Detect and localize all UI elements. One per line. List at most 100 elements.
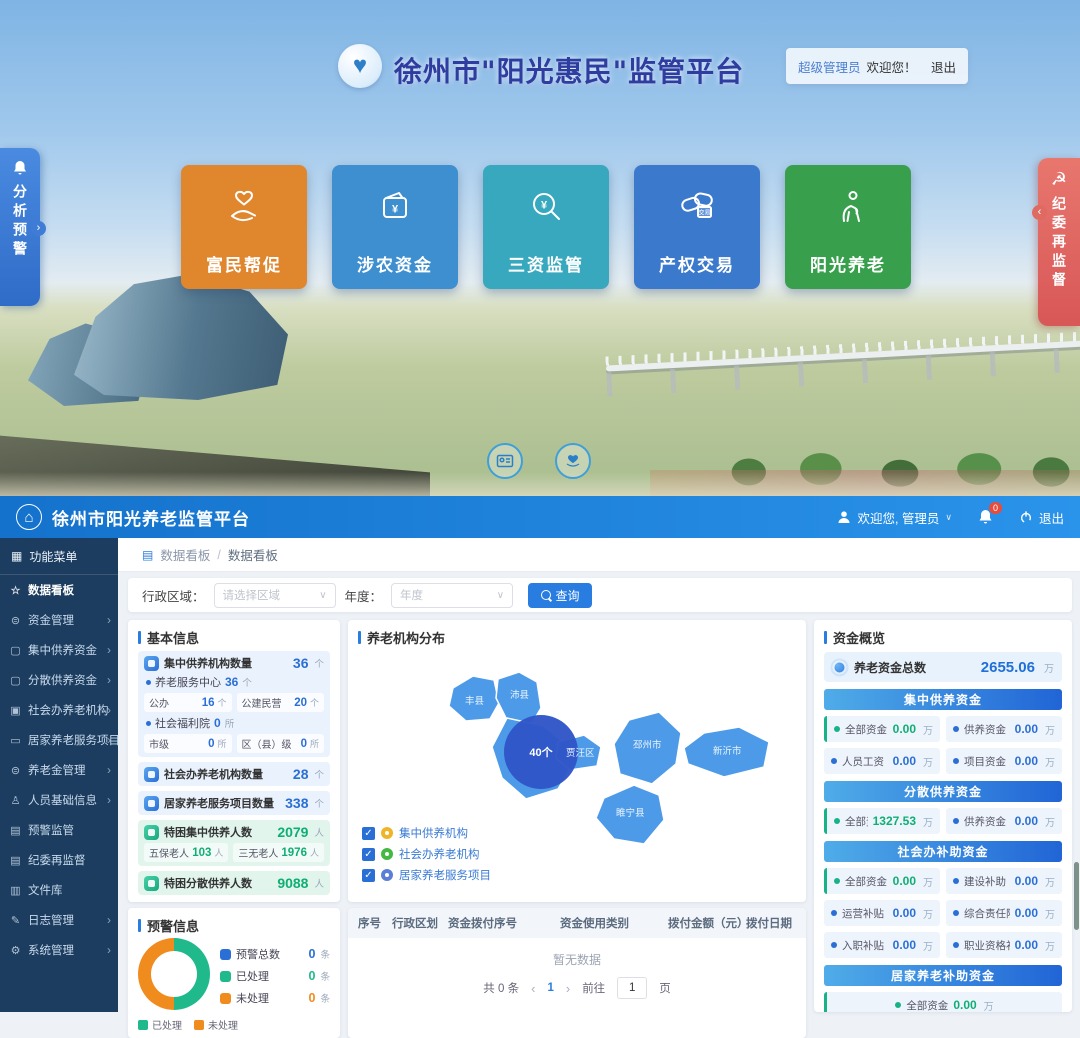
tile-chanquan-jiaoyi[interactable]: 交易 产权交易 xyxy=(634,165,760,289)
fund-cell: 入职补贴 0.00 万 xyxy=(824,932,940,958)
doc-icon: ▤ xyxy=(142,548,153,562)
coin-icon: ⊜ xyxy=(9,614,22,627)
sidebar-item-decentralized-funds[interactable]: ▢ 分散供养资金 › xyxy=(0,665,118,695)
sidebar-item-funds-mgmt[interactable]: ⊜ 资金管理 › xyxy=(0,605,118,635)
hero-logout-button[interactable]: 退出 xyxy=(931,57,956,76)
dot-icon xyxy=(953,878,959,884)
legend-swatch xyxy=(194,1020,204,1030)
chevron-right-icon: › xyxy=(107,763,111,777)
hero-banner: ♥ 徐州市"阳光惠民"监管平台 超级管理员 欢迎您！ 退出 分析预警 › ☭ 纪… xyxy=(0,0,1080,496)
sidebar-item-private-institutions[interactable]: ▣ 社会办养老机构 › xyxy=(0,695,118,725)
page-number[interactable]: 1 xyxy=(547,982,553,994)
pin-icon xyxy=(381,869,393,881)
empty-state: 暂无数据 xyxy=(348,938,806,977)
sidebar-item-home-care-projects[interactable]: ▭ 居家养老服务项目 › xyxy=(0,725,118,755)
svg-text:贾汪区: 贾汪区 xyxy=(566,747,595,759)
fund-cell: 项目资金 0.00 万 xyxy=(946,748,1062,774)
dot-icon xyxy=(831,942,837,948)
dot-icon xyxy=(834,818,840,824)
magnifier-yuan-icon: ¥ xyxy=(524,185,568,229)
sidebar-item-warning-supervision[interactable]: ▤ 预警监管 xyxy=(0,815,118,845)
tile-fumin-bangcu[interactable]: 富民帮促 xyxy=(181,165,307,289)
care-heart-button[interactable] xyxy=(555,443,591,479)
sidebar-item-pension-mgmt[interactable]: ⊜ 养老金管理 › xyxy=(0,755,118,785)
warning-donut-chart xyxy=(138,938,210,1010)
grid-icon: ▦ xyxy=(11,549,22,563)
analysis-warning-label: 分析预警 xyxy=(10,184,30,260)
breadcrumb-separator: / xyxy=(217,548,220,562)
year-filter-label: 年度： xyxy=(345,586,383,605)
party-emblem-icon: ☭ xyxy=(1051,170,1067,188)
year-select[interactable]: 年度 ∨ xyxy=(391,583,513,608)
screen-icon: ▤ xyxy=(9,854,22,867)
monitor-icon: ▭ xyxy=(9,734,22,747)
tile-sanzi-jianguan[interactable]: ¥ 三资监管 xyxy=(483,165,609,289)
fund-cell-total: 全部资金 0.00 万 xyxy=(824,992,1062,1012)
logout-button[interactable]: 退出 xyxy=(1019,508,1064,527)
next-page-button[interactable]: › xyxy=(566,981,570,996)
sidebar-item-file-library[interactable]: ▥ 文件库 xyxy=(0,875,118,905)
stat-cell: 三无老人 1976 人 xyxy=(233,843,324,862)
tile-shenong-zijin[interactable]: ¥ 涉农资金 xyxy=(332,165,458,289)
sidebar-item-discipline-supervision[interactable]: ▤ 纪委再监督 xyxy=(0,845,118,875)
svg-text:交易: 交易 xyxy=(698,209,710,217)
discipline-supervision-tab[interactable]: ☭ 纪委再监督 ‹ xyxy=(1038,158,1080,326)
map-legend: ✓ 集中供养机构 ✓ 社会办养老机构 ✓ 居家养老服务项目 xyxy=(362,820,491,883)
fund-cell: 人员工资 0.00 万 xyxy=(824,748,940,774)
scrollbar-thumb[interactable] xyxy=(1074,862,1079,930)
svg-text:新沂市: 新沂市 xyxy=(713,745,742,757)
dot-icon xyxy=(953,758,959,764)
chevron-right-icon: › xyxy=(31,221,46,236)
chevron-down-icon: ∨ xyxy=(319,590,326,601)
sidebar-item-centralized-funds[interactable]: ▢ 集中供养资金 › xyxy=(0,635,118,665)
chevron-right-icon: › xyxy=(107,613,111,627)
legend-centralized[interactable]: ✓ 集中供养机构 xyxy=(362,825,491,841)
region-filter-label: 行政区域： xyxy=(142,586,205,605)
title-bar-icon xyxy=(138,631,141,644)
search-button[interactable]: 查询 xyxy=(528,583,592,608)
breadcrumb-root[interactable]: 数据看板 xyxy=(160,545,210,564)
analysis-warning-tab[interactable]: 分析预警 › xyxy=(0,148,40,306)
region-select[interactable]: 请选择区域 ∨ xyxy=(214,583,336,608)
warning-title: 预警信息 xyxy=(147,916,199,935)
dot-icon xyxy=(831,910,837,916)
notifications-button[interactable]: 0 xyxy=(978,509,993,525)
chevron-right-icon: › xyxy=(107,643,111,657)
warning-total-row: 预警总数 0 条 xyxy=(220,946,330,962)
checkbox-checked-icon[interactable]: ✓ xyxy=(362,848,375,861)
alert-icon xyxy=(220,971,231,982)
legend-home-care[interactable]: ✓ 居家养老服务项目 xyxy=(362,867,491,883)
welcome-text: 欢迎您！ xyxy=(867,57,917,76)
person-icon: ♙ xyxy=(9,794,22,807)
checkbox-checked-icon[interactable]: ✓ xyxy=(362,869,375,882)
building-silhouette xyxy=(28,268,358,438)
person-icon xyxy=(144,825,159,840)
warning-info-panel: 预警信息 预警总数 0 条 已处理 0 条 未处理 0 条 已处理 未处理 xyxy=(128,908,340,1038)
pagination: 共 0 条 ‹ 1 › 前往 1 页 xyxy=(348,977,806,999)
platform-logo-icon: ♥ xyxy=(338,44,382,88)
person-icon xyxy=(144,876,159,891)
stat-cell: 公办 16 个 xyxy=(144,693,232,712)
chevron-right-icon: › xyxy=(107,793,111,807)
year-placeholder: 年度 xyxy=(400,587,423,603)
goto-page-input[interactable]: 1 xyxy=(617,977,647,999)
sidebar-item-system-mgmt[interactable]: ⚙ 系统管理 › xyxy=(0,935,118,965)
bullet-icon xyxy=(146,721,151,726)
sidebar-item-log-mgmt[interactable]: ✎ 日志管理 › xyxy=(0,905,118,935)
hero-title: 徐州市"阳光惠民"监管平台 xyxy=(394,50,744,90)
sidebar-item-dashboard[interactable]: ☆ 数据看板 xyxy=(0,575,118,605)
legend-private[interactable]: ✓ 社会办养老机构 xyxy=(362,846,491,862)
section-decentralized-funds: 分散供养资金 xyxy=(824,781,1062,802)
checkbox-checked-icon[interactable]: ✓ xyxy=(362,827,375,840)
hero-float-icons xyxy=(487,443,591,479)
sidebar-item-personnel-info[interactable]: ♙ 人员基础信息 › xyxy=(0,785,118,815)
chevron-down-icon: ∨ xyxy=(497,590,504,601)
stat-centralized-institutions: 集中供养机构数量 36 个 养老服务中心 36 个 公办 16 个 公建民营 2… xyxy=(138,651,330,757)
id-card-button[interactable] xyxy=(487,443,523,479)
elder-icon xyxy=(826,185,870,229)
user-menu[interactable]: 欢迎您, 管理员 ∨ xyxy=(837,508,952,527)
prev-page-button[interactable]: ‹ xyxy=(531,981,535,996)
breadcrumb-current: 数据看板 xyxy=(228,545,278,564)
tile-yangguang-yanglao[interactable]: 阳光养老 xyxy=(785,165,911,289)
stat-cell: 五保老人 103 人 xyxy=(144,843,228,862)
